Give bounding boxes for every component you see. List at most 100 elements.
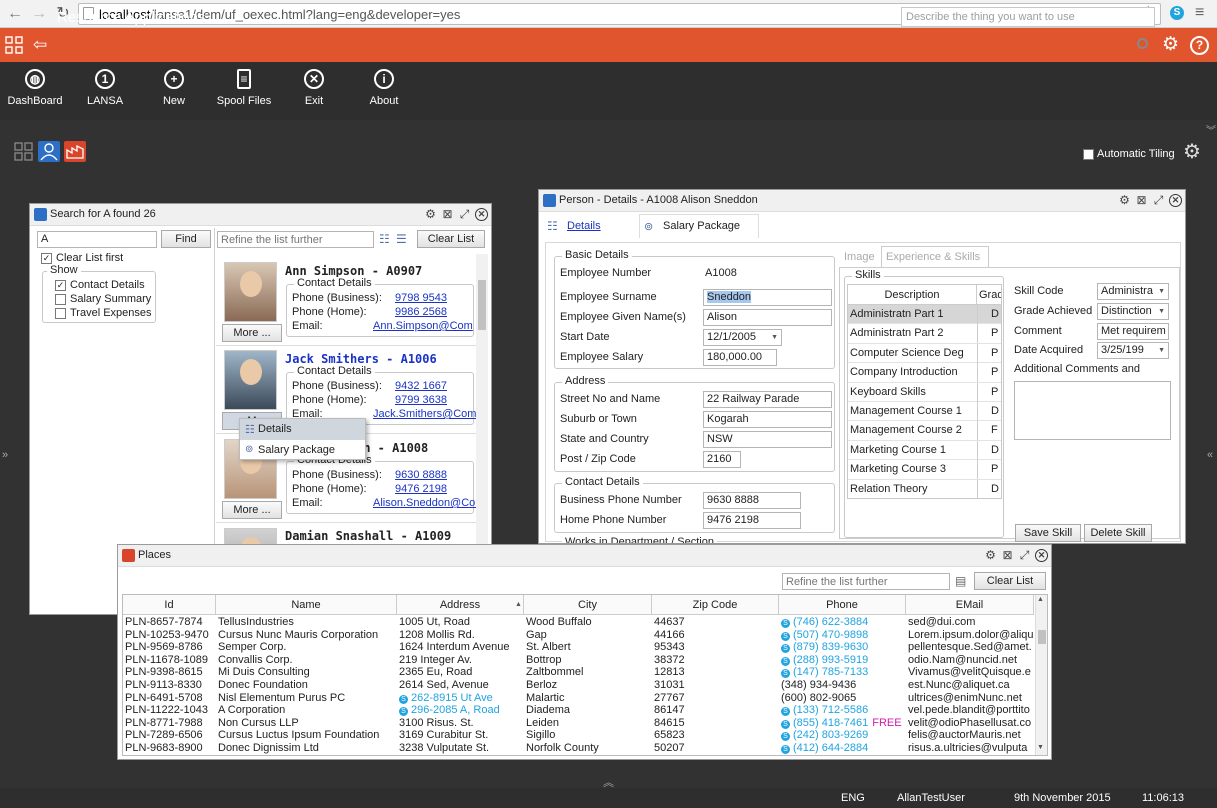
search-icon[interactable] (1137, 38, 1148, 49)
skill-row[interactable]: Computer Science Deg P (848, 343, 1001, 364)
additional-comments-textarea[interactable] (1014, 381, 1171, 440)
travel-expenses-checkbox[interactable] (55, 308, 66, 319)
phone-home-link[interactable]: 9476 2198 (395, 483, 447, 495)
place-phone[interactable]: S (133) 712-5586 (781, 704, 905, 717)
col-header-phone[interactable]: Phone (779, 595, 906, 615)
place-phone[interactable]: S (507) 470-9898 (781, 629, 905, 642)
tile-view-icon[interactable] (14, 142, 34, 165)
window-tile-icon[interactable]: ⊠ (1135, 194, 1148, 207)
contact-details-checkbox[interactable]: ✓ (55, 280, 66, 291)
scroll-up-icon[interactable]: ▲ (1037, 596, 1044, 603)
suburb-field[interactable]: Kogarah (703, 411, 832, 428)
window-titlebar[interactable]: Places ⚙ ⊠ ⤢ ✕ (118, 545, 1051, 567)
email-link[interactable]: Jack.Smithers@Com (373, 408, 476, 420)
skype-call-icon[interactable]: S (781, 631, 790, 641)
col-header-zip[interactable]: Zip Code (652, 595, 779, 615)
skype-call-icon[interactable]: S (781, 707, 790, 717)
tab-experience-skills[interactable]: Experience & Skills (881, 246, 989, 267)
window-close-icon[interactable]: ✕ (475, 208, 488, 221)
person-name[interactable]: Ann Simpson - A0907 (285, 264, 422, 278)
phone-business-link[interactable]: 9798 9543 (395, 292, 447, 304)
places-clear-list-button[interactable]: Clear List (974, 572, 1046, 590)
skype-call-icon[interactable]: S (781, 656, 790, 666)
person-view-icon[interactable] (38, 141, 60, 162)
email-link[interactable]: Ann.Simpson@Com (373, 320, 473, 332)
skill-code-dropdown[interactable]: Administra ▼ (1097, 283, 1169, 300)
skype-call-icon[interactable]: S (781, 669, 790, 679)
places-scrollbar[interactable]: ▲ ▼ (1035, 595, 1047, 755)
comment-field[interactable]: Met requirem (1097, 323, 1169, 340)
place-phone[interactable]: S (147) 785-7133 (781, 666, 905, 679)
person-name[interactable]: on - A1008 (356, 441, 428, 455)
skill-row[interactable]: Relation Theory D (848, 479, 1001, 498)
place-phone[interactable]: S (855) 418-7461 FREE (781, 717, 905, 730)
skype-call-icon[interactable]: S (399, 707, 408, 717)
window-titlebar[interactable]: Person - Details - A1008 Alison Sneddon … (539, 190, 1185, 212)
skype-call-icon[interactable]: S (781, 644, 790, 654)
place-phone[interactable]: S (746) 622-3884 (781, 616, 905, 629)
automatic-tiling-checkbox[interactable] (1083, 149, 1094, 160)
tab-salary-package[interactable]: ⊚ Salary Package (639, 214, 759, 238)
col-header-address[interactable]: Address (397, 595, 524, 615)
results-scrollbar[interactable] (476, 254, 488, 544)
surname-field[interactable]: Sneddon (703, 289, 832, 306)
skill-row[interactable]: Management Course 1 D (848, 402, 1001, 422)
phone-business-link[interactable]: 9432 1667 (395, 380, 447, 392)
clear-list-first-checkbox[interactable]: ✓ (41, 253, 52, 264)
given-name-field[interactable]: Alison (703, 309, 832, 326)
salary-field[interactable]: 180,000.00 (703, 349, 777, 366)
save-skill-button[interactable]: Save Skill (1015, 524, 1081, 542)
places-view-icon[interactable] (64, 141, 86, 162)
context-menu-item-details[interactable]: ☷ Details (240, 419, 365, 440)
skill-row[interactable]: Keyboard Skills P (848, 382, 1001, 402)
skill-row[interactable]: Company Introduction P (848, 363, 1001, 383)
place-phone[interactable]: S (879) 839-9630 (781, 641, 905, 654)
skill-row[interactable]: Administratn Part 1 D (848, 305, 1001, 325)
place-phone[interactable]: S (288) 993-5919 (781, 654, 905, 667)
grade-dropdown[interactable]: Distinction ▼ (1097, 303, 1169, 320)
collapse-toolbar-icon[interactable]: ︾ (1206, 122, 1216, 137)
phone-home-link[interactable]: 9986 2568 (395, 306, 447, 318)
toolbar-lansa[interactable]: 1 LANSA (70, 62, 140, 118)
grid-menu-icon[interactable] (5, 36, 23, 54)
skype-call-icon[interactable]: S (781, 719, 790, 729)
window-tile-icon[interactable]: ⊠ (441, 208, 454, 221)
place-phone[interactable]: (600) 802-9065 (781, 692, 905, 705)
col-header-grade[interactable]: Grad (977, 285, 1001, 305)
clear-list-button[interactable]: Clear List (417, 230, 485, 248)
more-button[interactable]: More ... (222, 501, 282, 519)
forward-arrow-icon[interactable]: → (29, 4, 49, 24)
street-field[interactable]: 22 Railway Parade (703, 391, 832, 408)
window-close-icon[interactable]: ✕ (1169, 194, 1182, 207)
skill-row[interactable]: Marketing Course 3 P (848, 460, 1001, 480)
state-field[interactable]: NSW (703, 431, 832, 448)
col-header-email[interactable]: EMail (906, 595, 1034, 615)
window-maximize-icon[interactable]: ⤢ (458, 208, 471, 221)
context-menu-item-salary-package[interactable]: ⊚ Salary Package (240, 440, 365, 460)
col-header-id[interactable]: Id (123, 595, 216, 615)
toolbar-exit[interactable]: ✕ Exit (279, 62, 349, 118)
window-close-icon[interactable]: ✕ (1035, 549, 1048, 562)
delete-skill-button[interactable]: Delete Skill (1084, 524, 1152, 542)
toolbar-about[interactable]: i About (349, 62, 419, 118)
export-icon[interactable]: ▤ (955, 574, 966, 588)
gear-icon[interactable]: ⚙ (1162, 34, 1179, 56)
back-arrow-icon[interactable]: ← (5, 4, 25, 24)
home-phone-field[interactable]: 9476 2198 (703, 512, 801, 529)
right-expand-icon[interactable]: « (1207, 449, 1213, 461)
left-expand-icon[interactable]: » (2, 449, 8, 461)
window-settings-icon[interactable]: ⚙ (984, 549, 997, 562)
person-name[interactable]: Damian Snashall - A1009 (285, 529, 451, 543)
window-settings-icon[interactable]: ⚙ (424, 208, 437, 221)
col-header-city[interactable]: City (524, 595, 652, 615)
help-icon[interactable]: ? (1190, 36, 1209, 55)
window-tile-icon[interactable]: ⊠ (1001, 549, 1014, 562)
col-header-name[interactable]: Name (216, 595, 397, 615)
place-phone[interactable]: (348) 934-9436 (781, 679, 905, 692)
person-name[interactable]: Jack Smithers - A1006 (285, 352, 437, 366)
phone-home-link[interactable]: 9799 3638 (395, 394, 447, 406)
business-phone-field[interactable]: 9630 8888 (703, 492, 801, 509)
back-icon[interactable]: ⇦ (33, 35, 47, 55)
tab-details[interactable]: ☷ Details (543, 214, 639, 238)
toolbar-new[interactable]: + New (139, 62, 209, 118)
